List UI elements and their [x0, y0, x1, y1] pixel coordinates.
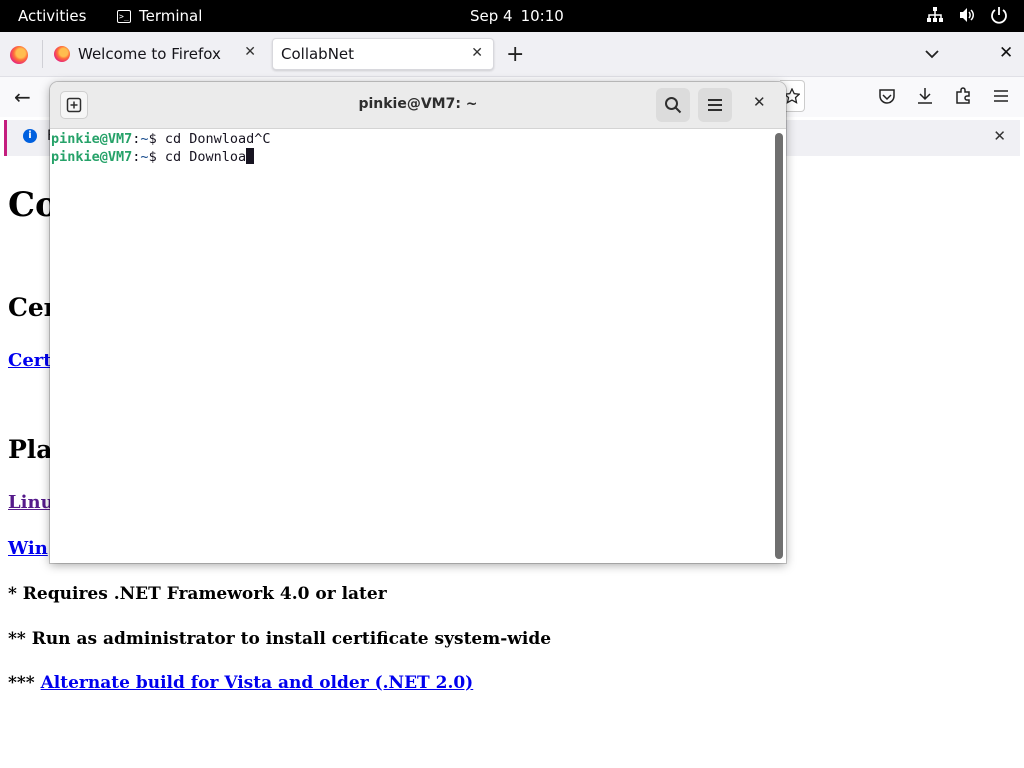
note-admin-install: ** Run as administrator to install certi… — [8, 629, 552, 649]
system-tray[interactable] — [926, 6, 1008, 24]
app-name: Terminal — [139, 7, 203, 25]
clock-time: 10:10 — [520, 7, 564, 25]
window-close-icon[interactable]: ✕ — [999, 43, 1013, 63]
close-notification-icon[interactable]: ✕ — [993, 127, 1006, 145]
close-tab-icon[interactable]: ✕ — [244, 44, 256, 60]
toolbar-icons — [878, 87, 1010, 105]
app-menu-terminal[interactable]: >_ Terminal — [117, 7, 202, 25]
activities-button[interactable]: Activities — [18, 7, 86, 25]
note-net-requirement: * Requires .NET Framework 4.0 or later — [8, 584, 387, 604]
terminal-app-icon: >_ — [117, 9, 131, 23]
note-alternate-build: *** Alternate build for Vista and older … — [8, 673, 473, 693]
note-prefix: *** — [8, 673, 35, 693]
new-tab-plus-icon[interactable]: + — [506, 42, 524, 67]
search-icon — [665, 97, 682, 114]
downloads-icon[interactable] — [916, 87, 934, 105]
hamburger-menu-icon[interactable] — [992, 87, 1010, 105]
alternate-build-link[interactable]: Alternate build for Vista and older (.NE… — [41, 673, 474, 693]
terminal-header-bar[interactable]: pinkie@VM7: ~ ✕ — [50, 82, 786, 129]
extensions-icon[interactable] — [954, 87, 972, 105]
prompt-user-host: pinkie@VM7 — [51, 149, 133, 165]
windows-link[interactable]: Win — [8, 538, 48, 559]
tab-title: Welcome to Firefox — [78, 45, 221, 63]
clock-date: Sep 4 — [470, 7, 513, 25]
tab-title: CollabNet — [281, 45, 355, 63]
command-text: cd Donwload^C — [164, 131, 271, 147]
prompt-dollar: $ — [148, 149, 165, 165]
tab-collabnet[interactable]: CollabNet ✕ — [272, 38, 494, 70]
close-tab-icon[interactable]: ✕ — [471, 45, 483, 61]
certificate-link[interactable]: Cert — [8, 350, 52, 371]
firefox-view-icon[interactable] — [10, 46, 28, 64]
linux-link[interactable]: Linu — [8, 492, 54, 513]
clock[interactable]: Sep 4 10:10 — [470, 7, 564, 25]
text-cursor — [246, 148, 255, 164]
tab-welcome-to-firefox[interactable]: Welcome to Firefox ✕ — [46, 38, 266, 70]
hamburger-menu-icon — [708, 99, 722, 111]
firefox-favicon-icon — [54, 46, 70, 62]
volume-icon — [960, 8, 974, 22]
terminal-line: pinkie@VM7:~$ cd Downloa — [51, 148, 255, 166]
pocket-icon[interactable] — [878, 87, 896, 105]
list-all-tabs-chevron-down-icon[interactable] — [924, 46, 940, 62]
info-icon: i — [23, 129, 37, 143]
command-text: cd Downloa — [164, 149, 247, 165]
gnome-top-bar: Activities >_ Terminal Sep 4 10:10 — [0, 0, 1024, 32]
prompt-user-host: pinkie@VM7 — [51, 131, 133, 147]
power-icon — [991, 7, 1007, 24]
tab-separator — [42, 40, 43, 68]
terminal-close-icon[interactable]: ✕ — [753, 93, 766, 111]
terminal-line: pinkie@VM7:~$ cd Donwload^C — [51, 130, 271, 148]
network-icon — [927, 7, 943, 22]
prompt-path: ~ — [140, 131, 149, 147]
terminal-output[interactable]: pinkie@VM7:~$ cd Donwload^C pinkie@VM7:~… — [50, 129, 786, 563]
terminal-menu-button[interactable] — [698, 88, 732, 122]
terminal-search-button[interactable] — [656, 88, 690, 122]
terminal-window[interactable]: pinkie@VM7: ~ ✕ pinkie@VM7:~$ cd Donwloa… — [50, 82, 786, 563]
terminal-scrollbar[interactable] — [775, 133, 783, 559]
prompt-dollar: $ — [148, 131, 165, 147]
back-arrow-icon[interactable]: ← — [14, 85, 31, 109]
prompt-path: ~ — [140, 149, 149, 165]
